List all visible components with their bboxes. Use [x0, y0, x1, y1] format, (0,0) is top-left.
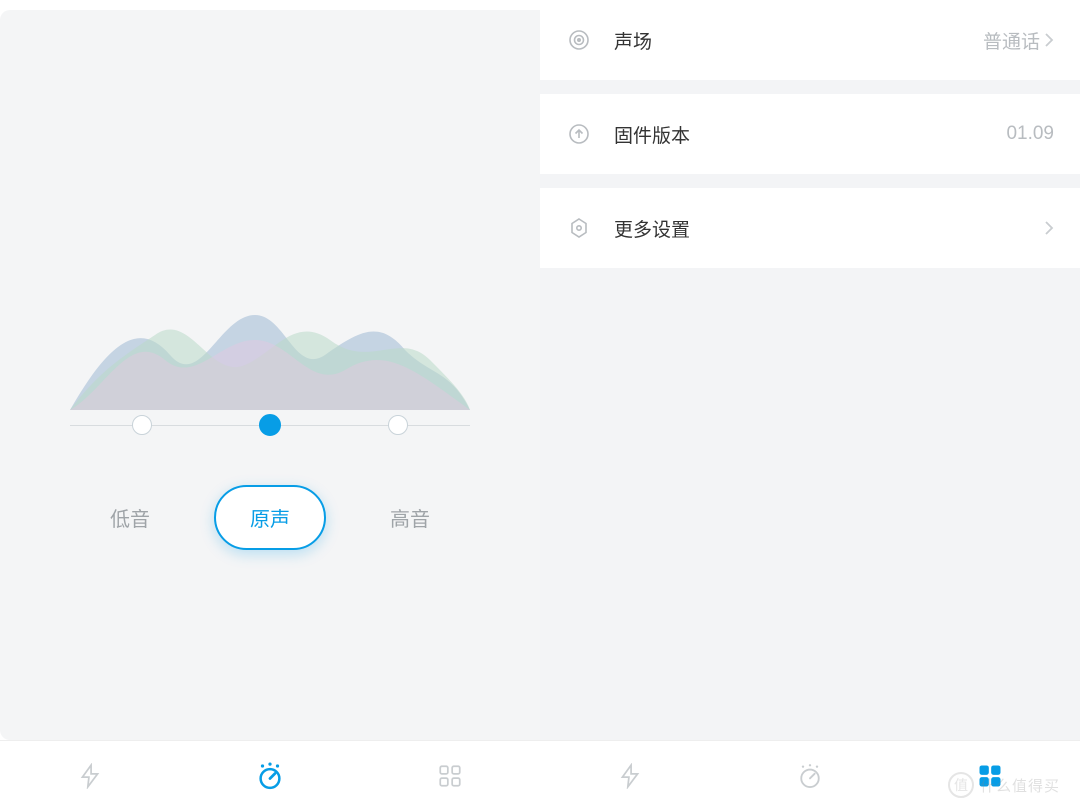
- hex-gear-icon: [566, 215, 592, 241]
- row-label: 声场: [614, 27, 652, 54]
- tab-quick[interactable]: [615, 761, 645, 791]
- slider-knob-bass[interactable]: [132, 415, 152, 435]
- right-tabbar: [540, 740, 1080, 810]
- eq-slider[interactable]: [70, 410, 470, 440]
- left-panel: 低音 原声 高音: [0, 0, 540, 810]
- filler: [540, 268, 1080, 740]
- arrow-up-circle-icon: [566, 121, 592, 147]
- chevron-right-icon: [1044, 32, 1054, 48]
- tab-eq[interactable]: [795, 761, 825, 791]
- divider: [540, 80, 1080, 94]
- grid-icon: [437, 763, 463, 789]
- tab-grid[interactable]: [975, 761, 1005, 791]
- bolt-icon: [77, 763, 103, 789]
- eq-screen: 低音 原声 高音: [0, 10, 540, 740]
- slider-knob-treble[interactable]: [388, 415, 408, 435]
- row-label: 更多设置: [614, 215, 690, 242]
- divider: [540, 174, 1080, 188]
- target-icon: [566, 27, 592, 53]
- row-value: 01.09: [1006, 123, 1054, 145]
- row-sound-field[interactable]: 声场 普通话: [540, 0, 1080, 80]
- chevron-right-icon: [1044, 220, 1054, 236]
- bolt-icon: [617, 763, 643, 789]
- eq-button-original[interactable]: 原声: [214, 485, 326, 550]
- gauge-icon: [796, 762, 824, 790]
- right-panel: 声场 普通话 固件版本 01.09 更多设置: [540, 0, 1080, 810]
- grid-icon: [976, 762, 1004, 790]
- tab-quick[interactable]: [75, 761, 105, 791]
- eq-button-row: 低音 原声 高音: [0, 485, 540, 550]
- eq-button-bass[interactable]: 低音: [76, 487, 184, 548]
- row-value: 普通话: [983, 27, 1040, 54]
- left-tabbar: [0, 740, 540, 810]
- eq-wave-graphic: [70, 260, 470, 410]
- slider-knob-original[interactable]: [259, 414, 281, 436]
- row-label: 固件版本: [614, 121, 690, 148]
- settings-list: 声场 普通话 固件版本 01.09 更多设置: [540, 0, 1080, 740]
- row-firmware[interactable]: 固件版本 01.09: [540, 94, 1080, 174]
- tab-eq[interactable]: [255, 761, 285, 791]
- row-more-settings[interactable]: 更多设置: [540, 188, 1080, 268]
- tab-grid[interactable]: [435, 761, 465, 791]
- eq-button-treble[interactable]: 高音: [356, 487, 464, 548]
- gauge-icon: [255, 761, 285, 791]
